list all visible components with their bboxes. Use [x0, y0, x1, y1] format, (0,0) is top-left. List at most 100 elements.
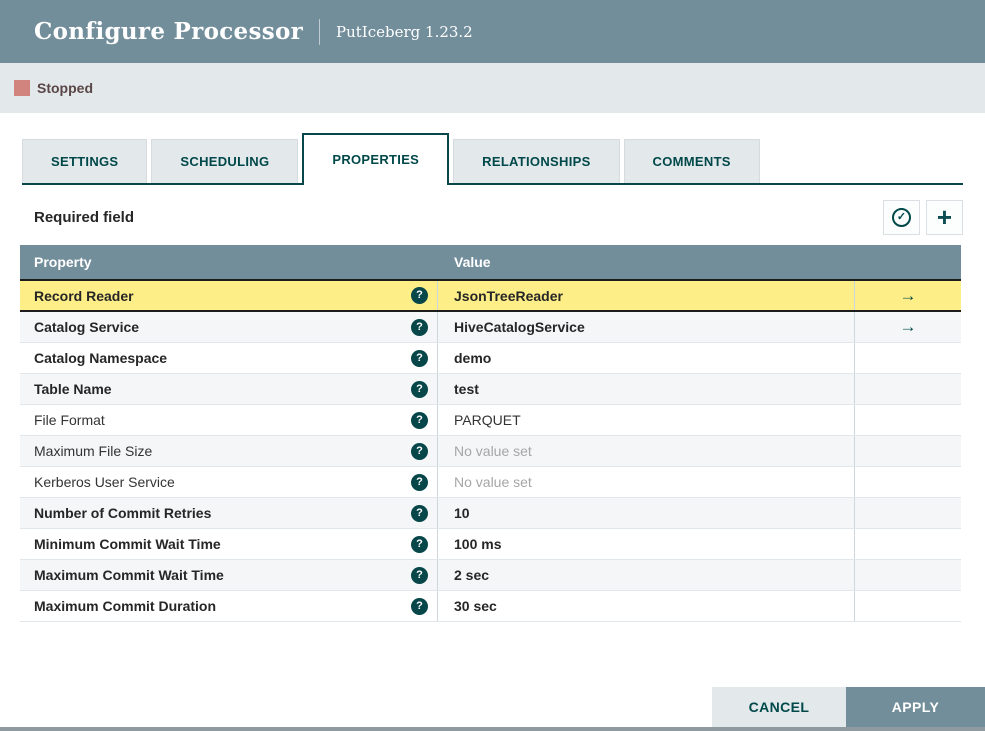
- status-bar: Stopped: [0, 63, 985, 113]
- property-cell: Maximum Commit Duration ?: [20, 591, 438, 621]
- verify-properties-button[interactable]: ✓: [883, 199, 920, 235]
- property-name: Record Reader: [34, 287, 134, 304]
- tab-properties[interactable]: PROPERTIES: [302, 133, 450, 185]
- add-property-button[interactable]: +: [926, 199, 963, 235]
- property-name: Maximum File Size: [34, 443, 153, 459]
- help-icon[interactable]: ?: [411, 535, 428, 553]
- help-icon[interactable]: ?: [411, 442, 428, 460]
- value-cell[interactable]: PARQUET: [438, 405, 854, 435]
- help-icon[interactable]: ?: [411, 380, 428, 398]
- footer-buttons: CANCEL APPLY: [712, 687, 985, 727]
- table-row[interactable]: File Format ? PARQUET: [20, 405, 961, 436]
- value-cell[interactable]: 10: [438, 498, 854, 528]
- toolbar-buttons: ✓ +: [877, 199, 963, 235]
- property-name: Table Name: [34, 381, 112, 397]
- property-cell: Catalog Namespace ?: [20, 343, 438, 373]
- help-icon[interactable]: ?: [411, 318, 428, 336]
- table-row[interactable]: Table Name ? test: [20, 374, 961, 405]
- tab-label: RELATIONSHIPS: [482, 154, 591, 169]
- properties-toolbar: Required field ✓ +: [20, 199, 963, 235]
- table-row[interactable]: Catalog Namespace ? demo: [20, 343, 961, 374]
- arrow-cell: [854, 591, 961, 621]
- value-cell[interactable]: HiveCatalogService: [438, 312, 854, 342]
- value-cell[interactable]: 100 ms: [438, 529, 854, 559]
- property-name: Catalog Service: [34, 319, 140, 335]
- arrow-cell: [854, 529, 961, 559]
- arrow-cell: [854, 467, 961, 497]
- help-icon[interactable]: ?: [411, 411, 428, 429]
- table-row[interactable]: Number of Commit Retries ? 10: [20, 498, 961, 529]
- property-cell: File Format ?: [20, 405, 438, 435]
- property-name: Minimum Commit Wait Time: [34, 536, 221, 552]
- table-header-row: Property Value: [20, 245, 961, 279]
- check-circle-icon: ✓: [892, 207, 911, 227]
- table-body: Record Reader ? JsonTreeReader → Catalog…: [20, 279, 961, 622]
- configure-processor-dialog: Configure Processor PutIceberg 1.23.2 St…: [0, 0, 985, 731]
- arrow-cell: [854, 560, 961, 590]
- help-icon[interactable]: ?: [411, 349, 428, 367]
- arrow-cell: [854, 405, 961, 435]
- property-cell: Maximum Commit Wait Time ?: [20, 560, 438, 590]
- cancel-button[interactable]: CANCEL: [712, 687, 846, 727]
- property-cell: Number of Commit Retries ?: [20, 498, 438, 528]
- arrow-cell: [854, 498, 961, 528]
- title-separator: [319, 18, 321, 45]
- apply-button[interactable]: APPLY: [846, 687, 985, 727]
- property-name: Kerberos User Service: [34, 474, 175, 490]
- value-cell[interactable]: No value set: [438, 436, 854, 466]
- value-cell[interactable]: 2 sec: [438, 560, 854, 590]
- property-cell: Minimum Commit Wait Time ?: [20, 529, 438, 559]
- property-cell: Maximum File Size ?: [20, 436, 438, 466]
- dialog-bottom-edge: [0, 727, 985, 731]
- property-name: Number of Commit Retries: [34, 505, 212, 521]
- help-icon[interactable]: ?: [411, 504, 428, 522]
- arrow-cell: →: [854, 281, 961, 310]
- arrow-cell: [854, 374, 961, 404]
- table-row[interactable]: Catalog Service ? HiveCatalogService →: [20, 312, 961, 343]
- tab-label: COMMENTS: [652, 154, 731, 169]
- tab-label: PROPERTIES: [332, 151, 420, 167]
- value-cell[interactable]: No value set: [438, 467, 854, 497]
- arrow-cell: →: [854, 312, 961, 342]
- tab-settings[interactable]: SETTINGS: [22, 139, 148, 183]
- property-cell: Record Reader ?: [20, 281, 438, 310]
- arrow-cell: [854, 436, 961, 466]
- property-name: Catalog Namespace: [34, 350, 168, 366]
- table-row[interactable]: Record Reader ? JsonTreeReader →: [20, 279, 961, 312]
- value-cell[interactable]: test: [438, 374, 854, 404]
- tab-relationships[interactable]: RELATIONSHIPS: [453, 139, 620, 183]
- processor-name-version: PutIceberg 1.23.2: [336, 22, 473, 41]
- table-row[interactable]: Maximum Commit Duration ? 30 sec: [20, 591, 961, 622]
- help-icon[interactable]: ?: [411, 473, 428, 491]
- value-column-header: Value: [454, 254, 491, 270]
- property-name: Maximum Commit Wait Time: [34, 567, 224, 583]
- value-cell[interactable]: 30 sec: [438, 591, 854, 621]
- property-cell: Table Name ?: [20, 374, 438, 404]
- table-row[interactable]: Maximum Commit Wait Time ? 2 sec: [20, 560, 961, 591]
- status-label: Stopped: [37, 80, 93, 96]
- arrow-cell: [854, 343, 961, 373]
- value-cell[interactable]: JsonTreeReader: [438, 281, 854, 310]
- dialog-header: Configure Processor PutIceberg 1.23.2: [0, 0, 985, 63]
- tab-scheduling[interactable]: SCHEDULING: [151, 139, 299, 183]
- property-name: Maximum Commit Duration: [34, 598, 217, 614]
- property-column-header: Property: [34, 254, 92, 270]
- value-cell[interactable]: demo: [438, 343, 854, 373]
- go-to-service-icon[interactable]: →: [900, 317, 917, 337]
- help-icon[interactable]: ?: [411, 597, 428, 615]
- go-to-service-icon[interactable]: →: [900, 286, 917, 306]
- help-icon[interactable]: ?: [411, 566, 428, 584]
- tab-bar: SETTINGS SCHEDULING PROPERTIES RELATIONS…: [22, 133, 963, 185]
- tab-label: SETTINGS: [51, 154, 119, 169]
- table-row[interactable]: Kerberos User Service ? No value set: [20, 467, 961, 498]
- tab-comments[interactable]: COMMENTS: [623, 139, 760, 183]
- tab-label: SCHEDULING: [180, 154, 270, 169]
- help-icon[interactable]: ?: [411, 287, 428, 304]
- dialog-title: Configure Processor: [34, 18, 304, 45]
- plus-icon: +: [936, 202, 953, 232]
- property-cell: Catalog Service ?: [20, 312, 438, 342]
- table-row[interactable]: Maximum File Size ? No value set: [20, 436, 961, 467]
- table-row[interactable]: Minimum Commit Wait Time ? 100 ms: [20, 529, 961, 560]
- required-field-label: Required field: [34, 208, 135, 226]
- property-name: File Format: [34, 412, 105, 428]
